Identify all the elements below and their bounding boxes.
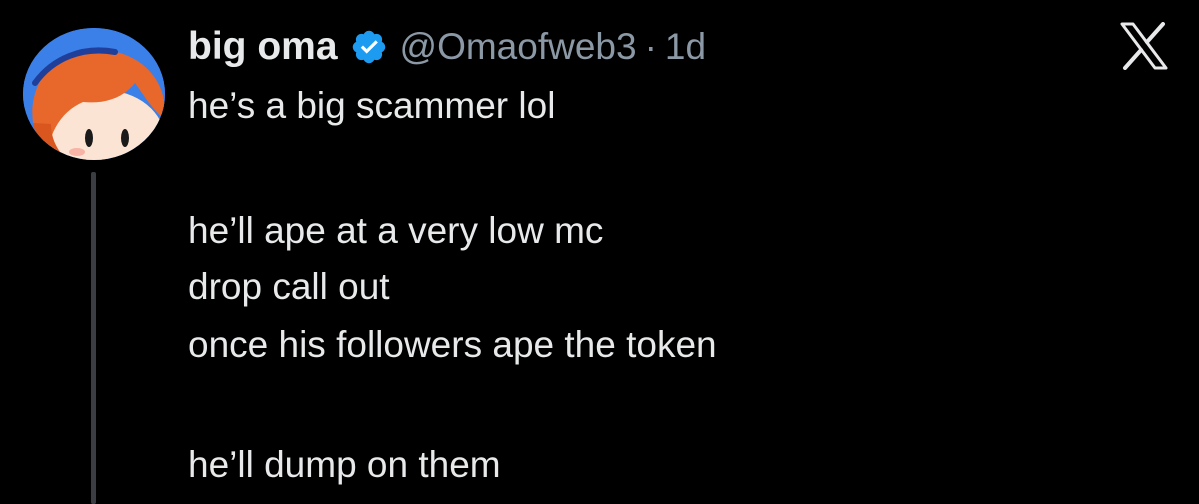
tweet-header: big oma @Omaofweb3 · 1d (188, 22, 706, 72)
verified-badge-icon (350, 28, 388, 66)
handle[interactable]: @Omaofweb3 (400, 26, 637, 68)
display-name[interactable]: big oma (188, 25, 338, 69)
tweet-line: he’ll ape at a very low mc (188, 210, 604, 251)
x-logo-icon (1118, 22, 1170, 70)
thread-line (91, 172, 96, 504)
avatar-illustration (23, 28, 165, 160)
timestamp[interactable]: 1d (665, 26, 706, 68)
avatar[interactable] (23, 28, 165, 160)
separator-dot: · (644, 26, 657, 67)
tweet-line: once his followers ape the token (188, 324, 717, 365)
tweet-line: he’ll dump on them (188, 444, 501, 485)
tweet-line: he’s a big scammer lol (188, 85, 556, 126)
tweet-line: drop call out (188, 266, 390, 307)
